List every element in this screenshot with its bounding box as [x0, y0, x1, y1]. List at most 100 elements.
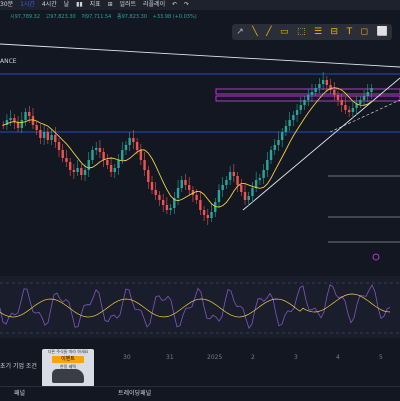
- candle-body: [154, 190, 157, 195]
- candle-body: [169, 208, 172, 210]
- candle-body: [165, 205, 169, 210]
- candle-body: [206, 215, 209, 218]
- xaxis-label: 2: [251, 354, 255, 361]
- candle-body: [295, 110, 299, 115]
- candle-body: [225, 180, 228, 185]
- candle-body: [16, 122, 20, 128]
- rsi-pane-bg: [0, 276, 400, 338]
- candle-body: [195, 195, 198, 200]
- candle-body: [72, 170, 76, 172]
- candle-body: [24, 112, 27, 120]
- candle-body: [143, 160, 146, 170]
- promo-caption: 초기 기업 조건: [0, 363, 37, 370]
- candle-body: [277, 140, 280, 145]
- candle-body: [340, 100, 343, 105]
- candle-body: [314, 88, 317, 92]
- candle-body: [288, 120, 291, 126]
- candle-body: [61, 150, 64, 158]
- candle-body: [236, 176, 239, 185]
- xaxis-label: 4: [336, 354, 340, 361]
- candle-body: [113, 168, 116, 172]
- candle-body: [87, 160, 90, 170]
- candle-body: [188, 185, 191, 190]
- candle-body: [199, 200, 202, 210]
- candle-body: [258, 178, 262, 180]
- candle-body: [83, 170, 87, 175]
- ad-thumbnail[interactable]: 다른 주식들 따라 하세요 이벤트 한정 혜택: [42, 349, 94, 387]
- ad-title: 다른 주식들 따라 하세요: [47, 349, 89, 354]
- candle-body: [54, 135, 57, 142]
- candle-body: [321, 80, 325, 84]
- candle-body: [106, 160, 109, 165]
- trendline-support: [242, 77, 400, 211]
- candle-body: [217, 190, 221, 202]
- candle-body: [42, 132, 46, 138]
- candle-body: [150, 182, 154, 190]
- candle-body: [128, 138, 131, 145]
- candle-body: [139, 150, 143, 160]
- candle-body: [310, 92, 314, 95]
- candle-body: [232, 172, 236, 176]
- xaxis-label: 3: [294, 354, 298, 361]
- candle-body: [135, 142, 139, 150]
- candle-body: [344, 105, 347, 110]
- candle-body: [98, 148, 102, 152]
- trendline-long: [0, 43, 400, 68]
- candle-body: [210, 212, 213, 218]
- xaxis-label: 2025: [207, 354, 223, 361]
- candle-body: [366, 92, 369, 96]
- candle-body: [281, 132, 284, 140]
- candle-body: [95, 148, 98, 150]
- candle-body: [176, 188, 180, 198]
- candle-body: [247, 196, 250, 200]
- car-image: [52, 369, 84, 383]
- candle-body: [147, 170, 150, 182]
- xaxis-label: 5: [379, 354, 383, 361]
- bottom-panel-bar: 패널 트레이딩패널: [0, 386, 400, 401]
- xaxis-label: 31: [166, 354, 174, 361]
- candle-body: [202, 210, 206, 215]
- candle-body: [91, 150, 94, 160]
- candle-body: [161, 200, 165, 205]
- candle-body: [351, 108, 355, 112]
- candle-body: [158, 195, 161, 200]
- ad-badge: 이벤트: [52, 356, 84, 363]
- candle-body: [121, 150, 124, 160]
- candle-body: [359, 100, 362, 104]
- candle-body: [262, 170, 265, 178]
- candle-body: [269, 150, 273, 160]
- candle-body: [251, 188, 254, 196]
- candle-body: [39, 130, 42, 138]
- candle-body: [292, 115, 295, 120]
- candle-body: [362, 96, 366, 100]
- candle-body: [57, 142, 61, 150]
- candle-body: [50, 135, 53, 140]
- candle-body: [336, 95, 340, 100]
- candle-body: [65, 158, 68, 162]
- candle-body: [68, 162, 72, 170]
- candle-body: [28, 112, 31, 116]
- candle-body: [80, 168, 83, 175]
- candle-body: [228, 172, 232, 180]
- candle-body: [35, 125, 38, 130]
- candle-body: [318, 84, 321, 88]
- candle-body: [243, 192, 247, 200]
- candle-body: [76, 168, 79, 172]
- trading-panel-tab[interactable]: 트레이딩패널: [118, 387, 151, 401]
- xaxis-label: 30: [123, 354, 131, 361]
- candle-body: [20, 120, 23, 128]
- candle-body: [184, 180, 187, 185]
- panel-tab[interactable]: 패널: [14, 387, 25, 401]
- price-chart[interactable]: [0, 0, 400, 345]
- candle-body: [124, 145, 128, 150]
- candle-body: [347, 110, 351, 112]
- cursor-marker: [372, 253, 380, 261]
- candle-body: [307, 95, 310, 100]
- candle-body: [221, 185, 224, 190]
- candle-body: [299, 105, 302, 110]
- candle-body: [109, 165, 113, 172]
- candle-body: [325, 80, 329, 85]
- candle-body: [102, 152, 105, 160]
- candle-body: [284, 126, 288, 132]
- candle-body: [273, 145, 276, 150]
